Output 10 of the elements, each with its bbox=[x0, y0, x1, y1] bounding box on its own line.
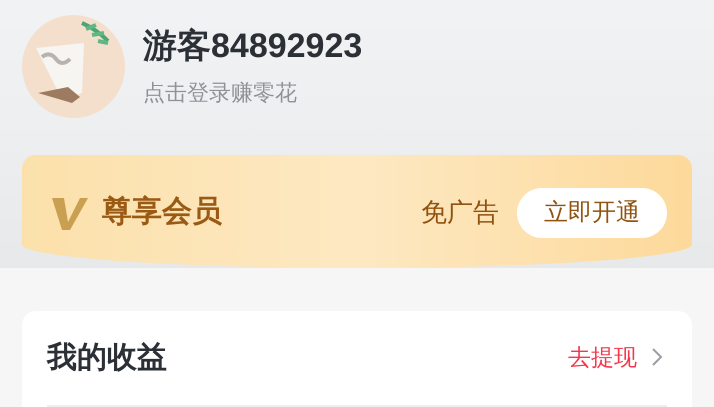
withdraw-link[interactable]: 去提现 bbox=[568, 340, 637, 374]
chevron-right-icon[interactable] bbox=[651, 347, 663, 367]
no-ads-perk: 免广告 bbox=[421, 196, 499, 229]
activate-button[interactable]: 立即开通 bbox=[517, 188, 667, 238]
vip-title: 尊享会员 bbox=[102, 193, 222, 231]
avatar-fan-drawing[interactable] bbox=[22, 15, 125, 118]
earnings-title: 我的收益 bbox=[47, 340, 167, 376]
username: 游客84892923 bbox=[143, 26, 362, 66]
vip-banner[interactable]: 尊享会员 免广告 立即开通 bbox=[22, 155, 692, 268]
v-logo-icon bbox=[50, 196, 90, 232]
